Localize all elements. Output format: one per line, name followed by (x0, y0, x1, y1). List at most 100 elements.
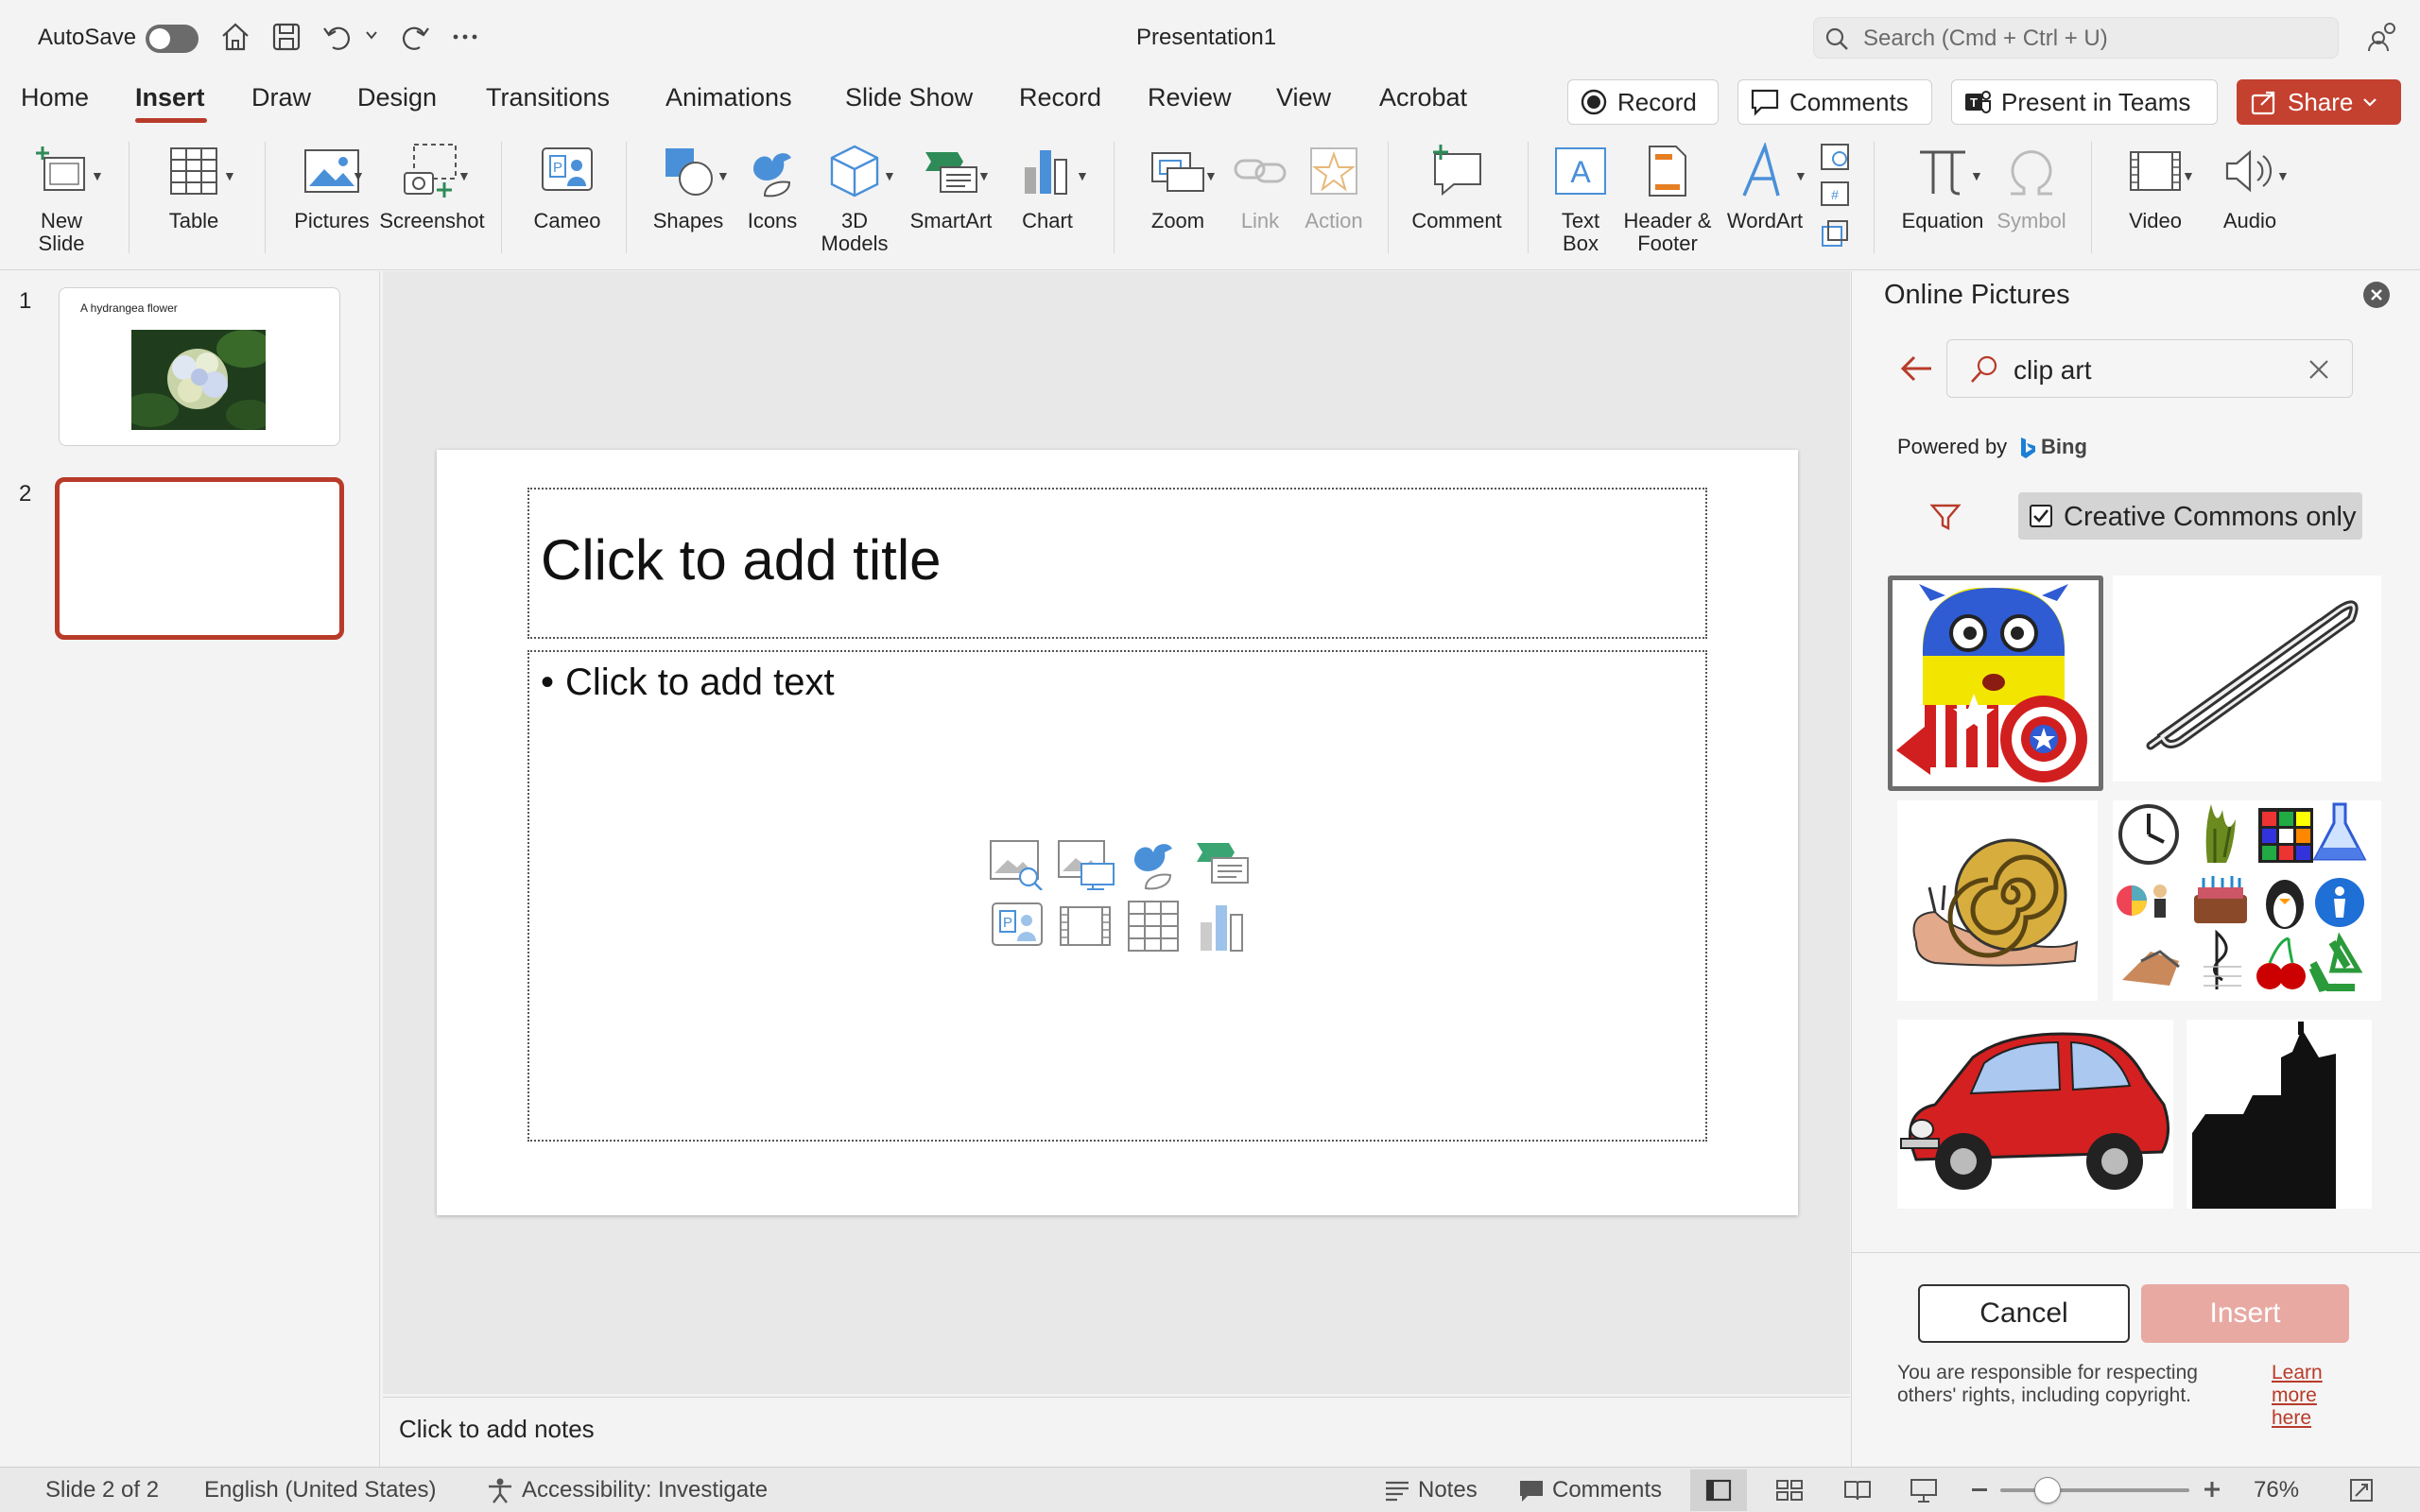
table-dropdown-icon[interactable]: ▼ (223, 168, 236, 183)
slide-thumbnail-2-selected[interactable] (55, 477, 344, 640)
new-slide-dropdown-icon[interactable]: ▼ (91, 168, 104, 183)
result-minion-captain-america[interactable] (1888, 576, 2103, 791)
pictures-dropdown-icon[interactable]: ▼ (352, 168, 365, 183)
zoom-slider-thumb[interactable] (2034, 1477, 2061, 1503)
wordart-dropdown-icon[interactable]: ▼ (1794, 168, 1807, 183)
equation-dropdown-icon[interactable]: ▼ (1970, 168, 1983, 183)
back-arrow-icon[interactable] (1897, 352, 1935, 385)
smartart-dropdown-icon[interactable]: ▼ (977, 168, 991, 183)
tab-home[interactable]: Home (21, 83, 89, 112)
insert-chart-icon[interactable] (1193, 898, 1250, 954)
shapes-button[interactable]: Shapes (639, 138, 737, 232)
zoom-in-icon[interactable] (2203, 1480, 2221, 1499)
chart-dropdown-icon[interactable]: ▼ (1076, 168, 1089, 183)
date-time-icon[interactable] (1819, 140, 1851, 172)
result-snail[interactable] (1897, 800, 2098, 1001)
insert-stock-image-icon[interactable] (989, 837, 1046, 890)
zoom-out-icon[interactable] (1972, 1488, 1987, 1491)
zoom-percentage[interactable]: 76% (2254, 1477, 2299, 1503)
3d-models-button[interactable]: 3D Models (805, 138, 904, 255)
accessibility-status[interactable]: Accessibility: Investigate (522, 1477, 768, 1503)
zoom-dropdown-icon[interactable]: ▼ (1204, 168, 1218, 183)
screenshot-button[interactable]: Screenshot (376, 138, 488, 232)
smartart-button[interactable]: SmartArt (904, 138, 998, 232)
filter-icon[interactable] (1929, 502, 1962, 532)
redo-icon[interactable] (397, 21, 431, 53)
new-slide-button[interactable]: New Slide (9, 138, 113, 255)
slide-sorter-icon[interactable] (1775, 1479, 1804, 1502)
record-button[interactable]: Record (1567, 79, 1719, 125)
search-box[interactable]: Search (Cmd + Ctrl + U) (1813, 17, 2339, 59)
autosave-toggle[interactable] (146, 25, 199, 53)
insert-button[interactable]: Insert (2141, 1284, 2349, 1343)
audio-dropdown-icon[interactable]: ▼ (2276, 168, 2290, 183)
slide-thumbnail-1[interactable]: A hydrangea flower (59, 287, 340, 446)
tab-design[interactable]: Design (357, 83, 437, 112)
result-paperclip[interactable] (2113, 576, 2381, 782)
insert-picture-icon[interactable] (1057, 837, 1115, 890)
comments-button[interactable]: Comments (1737, 79, 1932, 125)
zoom-button[interactable]: Zoom (1131, 138, 1225, 232)
slide-number-icon[interactable]: # (1819, 180, 1851, 208)
tab-slide-show[interactable]: Slide Show (845, 83, 973, 112)
symbol-button[interactable]: Symbol (1989, 138, 2074, 232)
tab-transitions[interactable]: Transitions (486, 83, 610, 112)
close-pane-icon[interactable] (2362, 281, 2391, 309)
online-search-input[interactable]: clip art (1946, 339, 2353, 398)
comments-toggle[interactable]: Comments (1552, 1477, 1662, 1503)
tab-review[interactable]: Review (1148, 83, 1232, 112)
creative-commons-filter[interactable]: Creative Commons only (2018, 492, 2362, 540)
creative-commons-checkbox[interactable] (2030, 505, 2052, 527)
clear-search-icon[interactable] (2307, 357, 2331, 382)
cameo-button[interactable]: P Cameo (520, 138, 614, 232)
new-comment-button[interactable]: Comment (1405, 138, 1509, 232)
icons-button[interactable]: Icons (734, 138, 811, 232)
table-button[interactable]: Table (142, 138, 246, 232)
tab-animations[interactable]: Animations (666, 83, 792, 112)
normal-view-button[interactable] (1690, 1469, 1747, 1511)
share-button[interactable]: Share (2237, 79, 2401, 125)
insert-video-icon[interactable] (1057, 900, 1114, 953)
link-button[interactable]: Link (1229, 138, 1291, 232)
chart-button[interactable]: Chart (1002, 138, 1093, 232)
tab-draw[interactable]: Draw (251, 83, 311, 112)
tab-view[interactable]: View (1276, 83, 1331, 112)
pictures-button[interactable]: Pictures (280, 138, 384, 232)
title-placeholder[interactable]: Click to add title (527, 488, 1707, 639)
text-box-button[interactable]: A Text Box (1541, 138, 1620, 255)
tab-record[interactable]: Record (1019, 83, 1101, 112)
save-icon[interactable] (270, 21, 302, 53)
present-in-teams-button[interactable]: T Present in Teams (1951, 79, 2218, 125)
zoom-slider[interactable] (2000, 1477, 2189, 1503)
insert-icons-icon[interactable] (1125, 833, 1184, 892)
equation-button[interactable]: Equation (1891, 138, 1995, 232)
insert-cameo-icon[interactable]: P (989, 900, 1046, 953)
object-icon[interactable] (1819, 217, 1851, 249)
language-indicator[interactable]: English (United States) (204, 1477, 436, 1503)
video-dropdown-icon[interactable]: ▼ (2182, 168, 2195, 183)
audio-button[interactable]: Audio (2206, 138, 2293, 232)
wordart-button[interactable]: WordArt (1720, 138, 1809, 232)
insert-smartart-icon[interactable] (1193, 837, 1252, 890)
share-dropdown-icon[interactable] (2362, 96, 2377, 108)
reading-view-icon[interactable] (1843, 1479, 1872, 1502)
result-clipart-collage[interactable] (2113, 800, 2381, 1001)
undo-icon[interactable] (321, 21, 355, 53)
home-icon[interactable] (219, 21, 251, 53)
header-footer-button[interactable]: Header & Footer (1615, 138, 1720, 255)
slide-2[interactable]: Click to add title • Click to add text P (437, 450, 1798, 1215)
insert-table-icon[interactable] (1125, 898, 1182, 954)
content-placeholder[interactable]: • Click to add text P (527, 650, 1707, 1142)
screenshot-dropdown-icon[interactable]: ▼ (458, 168, 471, 183)
more-options-icon[interactable] (448, 21, 482, 53)
notes-toggle[interactable]: Notes (1418, 1477, 1478, 1503)
tab-acrobat[interactable]: Acrobat (1379, 83, 1467, 112)
undo-dropdown-icon[interactable] (365, 30, 378, 40)
cancel-button[interactable]: Cancel (1918, 1284, 2130, 1343)
result-red-car[interactable] (1897, 1020, 2173, 1209)
video-button[interactable]: Video (2112, 138, 2199, 232)
result-castle-silhouette[interactable] (2187, 1020, 2372, 1209)
shapes-dropdown-icon[interactable]: ▼ (717, 168, 730, 183)
notes-pane[interactable]: Click to add notes (383, 1397, 1850, 1467)
fit-to-window-icon[interactable] (2348, 1477, 2375, 1503)
